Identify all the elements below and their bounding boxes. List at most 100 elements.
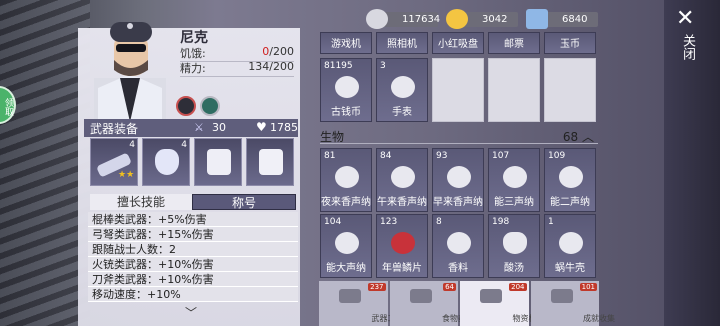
sonar-icon [335,166,359,188]
gold-value: 3042 [482,14,508,25]
log-icon [480,289,502,303]
item-cell[interactable]: 123 年兽鳞片 [376,214,428,278]
watch-icon [391,76,415,98]
item-cell[interactable]: 81195 古钱币 [320,58,372,122]
item-count: 8 [436,217,442,227]
list-item: 弓弩类武器：+15%伤害 [88,227,298,242]
tab-weapons[interactable]: 237 武器工具 [319,281,404,326]
attack-value: 30 [212,121,226,134]
item-label: 年兽鳞片 [382,263,422,274]
character-name: 尼克 [180,30,208,46]
sonar-icon [559,166,583,188]
skill-tabs: 擅长技能 称号 [90,194,296,210]
item-label: 古钱币 [331,107,361,118]
silver-resource: 117634 [366,9,441,29]
item-label: 酸汤 [504,263,524,274]
item-cell[interactable]: 邮票 [488,32,540,54]
item-label: 邮票 [504,39,524,50]
item-cell[interactable]: 198 酸汤 [488,214,540,278]
scale-icon [391,232,415,254]
item-cell[interactable]: 8 香料 [432,214,484,278]
chevron-up-icon: ︿ [581,130,594,144]
tab-food[interactable]: 64 食物药品 [389,281,474,326]
tab-badge: 64 [443,283,456,291]
item-cell[interactable]: 1 蜗牛壳 [544,214,596,278]
item-count: 104 [324,217,342,227]
category-tabs: 237 武器工具 64 食物药品 204 物资材料 101 成就收集 [319,281,615,326]
item-cell[interactable]: 84 午来香声纳 [376,148,428,212]
tab-label: 成就收集 [583,314,615,323]
tab-badge: 237 [368,283,386,291]
item-label: 玉币 [560,39,580,50]
shield-icon [155,149,179,175]
item-cell[interactable]: 3 手表 [376,58,428,122]
sonar-icon [503,166,527,188]
equipment-bar: 武器装备 ⚔ 30 ♥ 1785 [84,119,298,137]
item-label: 能大声纳 [326,263,366,274]
equipment-label: 武器装备 [90,121,139,136]
item-label: 照相机 [387,39,417,50]
food-icon [409,289,432,303]
item-label: 早来香声纳 [433,197,483,208]
tab-title[interactable]: 称号 [192,194,296,210]
close-icon[interactable]: ✕ [676,6,694,31]
sonar-icon [391,166,415,188]
item-cell[interactable]: 游戏机 [320,32,372,54]
spice-icon [447,232,471,254]
empty-slot [544,58,596,122]
item-count: 84 [380,151,392,161]
hunger-max: /200 [269,45,294,58]
list-item: 跟随战士人数：2 [88,242,298,257]
target-icon[interactable] [176,96,196,116]
tab-materials[interactable]: 204 物资材料 [460,281,545,326]
soup-icon [503,232,527,254]
sword-icon: ⚔ [194,121,204,134]
skill-list: 棍棒类武器：+5%伤害 弓弩类武器：+15%伤害 跟随战士人数：2 火铳类武器：… [88,212,298,302]
energy-value: 134/200 [248,60,294,73]
armor-icon [207,149,231,175]
item-cell[interactable]: 107 能三声纳 [488,148,540,212]
coin-icon [335,76,359,98]
list-item: 火铳类武器：+10%伤害 [88,257,298,272]
sonar-icon [447,166,471,188]
chevron-down-icon[interactable]: ﹀ [185,304,197,321]
item-cell[interactable]: 小红吸盘 [432,32,484,54]
tab-achievements[interactable]: 101 成就收集 [530,281,615,326]
ticket-resource: 6840 [526,9,598,29]
sonar-icon [335,232,359,254]
item-cell[interactable]: 玉币 [544,32,596,54]
hp-value: 1785 [270,121,298,134]
close-label[interactable]: 关闭 [678,34,697,60]
equip-slot-pants[interactable] [246,138,294,186]
item-count: 93 [436,151,448,161]
tab-skills[interactable]: 擅长技能 [90,194,192,210]
item-cell[interactable]: 照相机 [376,32,428,54]
ticket-icon [526,9,548,29]
item-cell[interactable]: 93 早来香声纳 [432,148,484,212]
section-header[interactable]: 生物 68 ︿ [320,128,598,144]
close-panel[interactable]: ✕ 关闭 [664,0,720,326]
item-count: 198 [492,217,510,227]
item-label: 手表 [392,107,412,118]
status-icons [176,96,220,116]
item-cell[interactable]: 81 夜来香声纳 [320,148,372,212]
item-cell[interactable]: 104 能大声纳 [320,214,372,278]
equip-slot-shield[interactable]: 4 [142,138,190,186]
coin-stack-icon [366,9,388,29]
silver-value: 117634 [402,14,441,25]
item-label: 香料 [448,263,468,274]
energy-stat: 精力: 134/200 [180,60,294,77]
trophy-icon [550,289,573,303]
item-cell[interactable]: 109 能二声纳 [544,148,596,212]
pants-icon [259,149,283,175]
item-label: 午来香声纳 [377,197,427,208]
item-count: 3 [380,61,386,71]
section-title: 生物 [320,130,345,144]
hunger-label: 饥饿: [180,47,206,60]
character-portrait [94,22,166,122]
item-count: 109 [548,151,566,161]
snail-shell-icon [559,232,583,254]
item-count: 107 [492,151,510,161]
equip-slot-armor[interactable] [194,138,242,186]
feather-icon[interactable] [200,96,220,116]
